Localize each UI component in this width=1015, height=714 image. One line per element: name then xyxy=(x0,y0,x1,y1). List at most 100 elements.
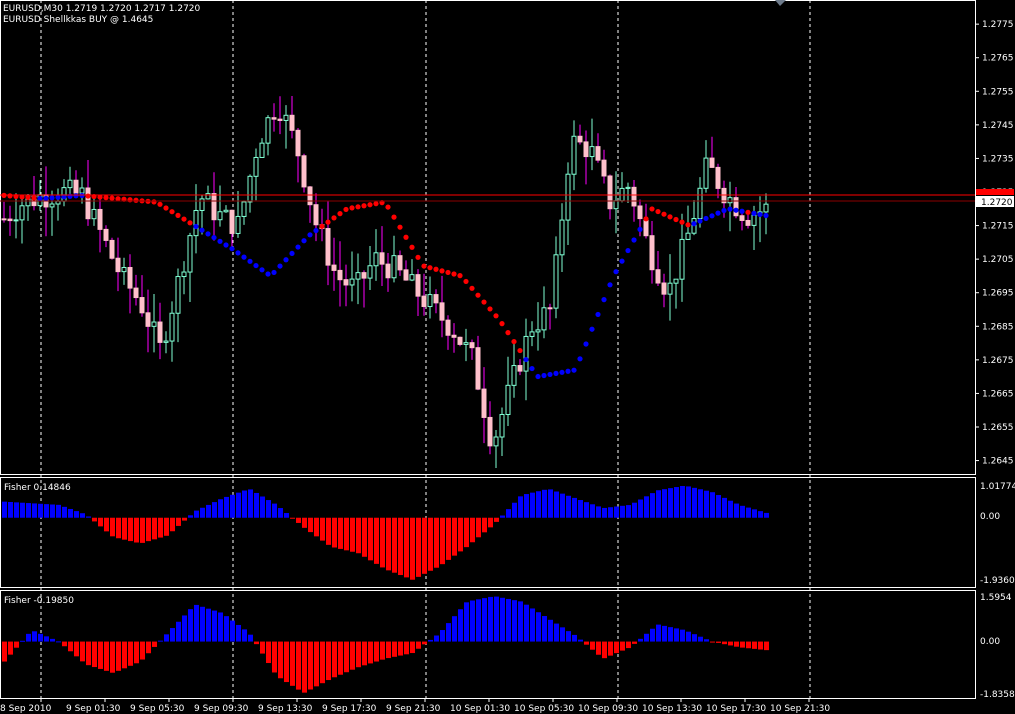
candle-body xyxy=(79,187,85,194)
fisher-bar xyxy=(656,624,661,642)
sar-dot xyxy=(511,338,517,345)
sar-dot xyxy=(85,193,91,199)
sar-dot xyxy=(421,263,427,269)
fisher-bar xyxy=(518,601,523,642)
fisher-bar xyxy=(470,600,475,642)
sar-dot xyxy=(601,297,607,303)
candle-body xyxy=(223,209,229,213)
fisher-bar xyxy=(260,496,265,518)
sar-dot xyxy=(247,258,253,264)
fisher-bar xyxy=(212,502,217,518)
sar-dot xyxy=(307,232,313,238)
fisher-bar xyxy=(164,634,169,642)
sar-dot xyxy=(589,326,595,332)
fisher-bar xyxy=(434,517,439,568)
sar-dot xyxy=(277,263,283,269)
sar-dot xyxy=(175,212,181,218)
time-label: 8 Sep 2010 xyxy=(0,704,52,714)
sar-dot xyxy=(577,356,583,362)
fisher-bar xyxy=(380,517,385,568)
fisher-bar xyxy=(344,517,349,551)
price-label: 1.2655 xyxy=(982,423,1014,433)
sar-dot xyxy=(343,206,349,213)
fisher-bar xyxy=(182,517,187,521)
fisher-bar xyxy=(566,631,571,642)
fisher-bar xyxy=(530,608,535,642)
candle-body xyxy=(121,267,127,273)
sar-dot xyxy=(259,267,265,273)
fisher-bar xyxy=(728,500,733,518)
fisher-bar xyxy=(104,517,109,532)
candle-body xyxy=(163,340,169,343)
fisher-bar xyxy=(464,517,469,548)
sar-dot xyxy=(643,216,649,222)
fisher-bar xyxy=(722,497,727,518)
fisher-bar xyxy=(404,517,409,578)
fisher-bar xyxy=(392,641,397,657)
sar-dot xyxy=(517,347,523,354)
fisher-bar xyxy=(140,517,145,543)
candle-body xyxy=(229,209,235,234)
fisher-bar xyxy=(284,513,289,518)
fisher-bar xyxy=(752,641,757,649)
candle-body xyxy=(379,252,385,265)
fisher-bar xyxy=(308,641,313,690)
price-label: 1.2755 xyxy=(982,87,1014,97)
sar-dot xyxy=(319,223,325,229)
fisher-bar xyxy=(128,641,133,666)
fisher-bar xyxy=(458,609,463,642)
time-label: 9 Sep 13:30 xyxy=(258,704,313,714)
candle-body xyxy=(451,334,457,338)
fisher-bar xyxy=(608,507,613,518)
fisher-2-zero-label: 0.00 xyxy=(980,637,1000,647)
candle-body xyxy=(427,294,433,308)
fisher-bar xyxy=(446,517,451,560)
fisher-bar xyxy=(542,489,547,518)
candle-body xyxy=(505,384,511,415)
fisher-bar xyxy=(212,610,217,642)
fisher-bar xyxy=(278,641,283,679)
candle-body xyxy=(217,211,223,221)
sar-dot xyxy=(37,195,43,202)
price-label: 1.2675 xyxy=(982,356,1014,366)
sar-dot xyxy=(535,373,541,380)
fisher-bar xyxy=(254,492,259,518)
candle-body xyxy=(277,118,283,121)
sar-dot xyxy=(541,372,547,379)
fisher-bar xyxy=(572,634,577,642)
fisher-bar xyxy=(764,512,769,518)
fisher-bar xyxy=(2,641,7,662)
fisher-bar xyxy=(584,641,589,645)
chart-window[interactable]: EURUSD,M30 1.2719 1.2720 1.2717 1.2720 E… xyxy=(0,0,1015,714)
fisher-bar xyxy=(206,608,211,642)
sar-dot xyxy=(409,244,415,250)
fisher-bar xyxy=(494,596,499,642)
sar-dot xyxy=(235,250,241,256)
fisher-bar xyxy=(410,517,415,580)
fisher-bar xyxy=(506,509,511,518)
fisher-bar xyxy=(416,517,421,577)
fisher-bar xyxy=(158,640,163,642)
time-label: 10 Sep 09:30 xyxy=(578,704,638,714)
candle-body xyxy=(307,186,313,206)
sar-dot xyxy=(331,215,337,221)
sar-dot xyxy=(559,369,565,375)
fisher-bar xyxy=(164,517,169,536)
sar-dot xyxy=(715,210,721,216)
candle-body xyxy=(739,215,745,221)
candle-body xyxy=(547,307,553,310)
sar-dot xyxy=(469,285,475,291)
candle-body xyxy=(151,321,157,327)
fisher-bar xyxy=(554,623,559,642)
fisher-bar xyxy=(110,517,115,537)
fisher-2-max-label: 1.5954 xyxy=(980,593,1012,603)
fisher-bar xyxy=(152,641,157,647)
fisher-bar xyxy=(356,641,361,668)
fisher-bar xyxy=(266,641,271,664)
fisher-bar xyxy=(692,487,697,518)
sar-dot xyxy=(373,201,379,207)
candle-body xyxy=(169,312,175,342)
fisher-bar xyxy=(188,515,193,518)
sar-dot xyxy=(253,262,259,269)
fisher-bar xyxy=(524,604,529,642)
